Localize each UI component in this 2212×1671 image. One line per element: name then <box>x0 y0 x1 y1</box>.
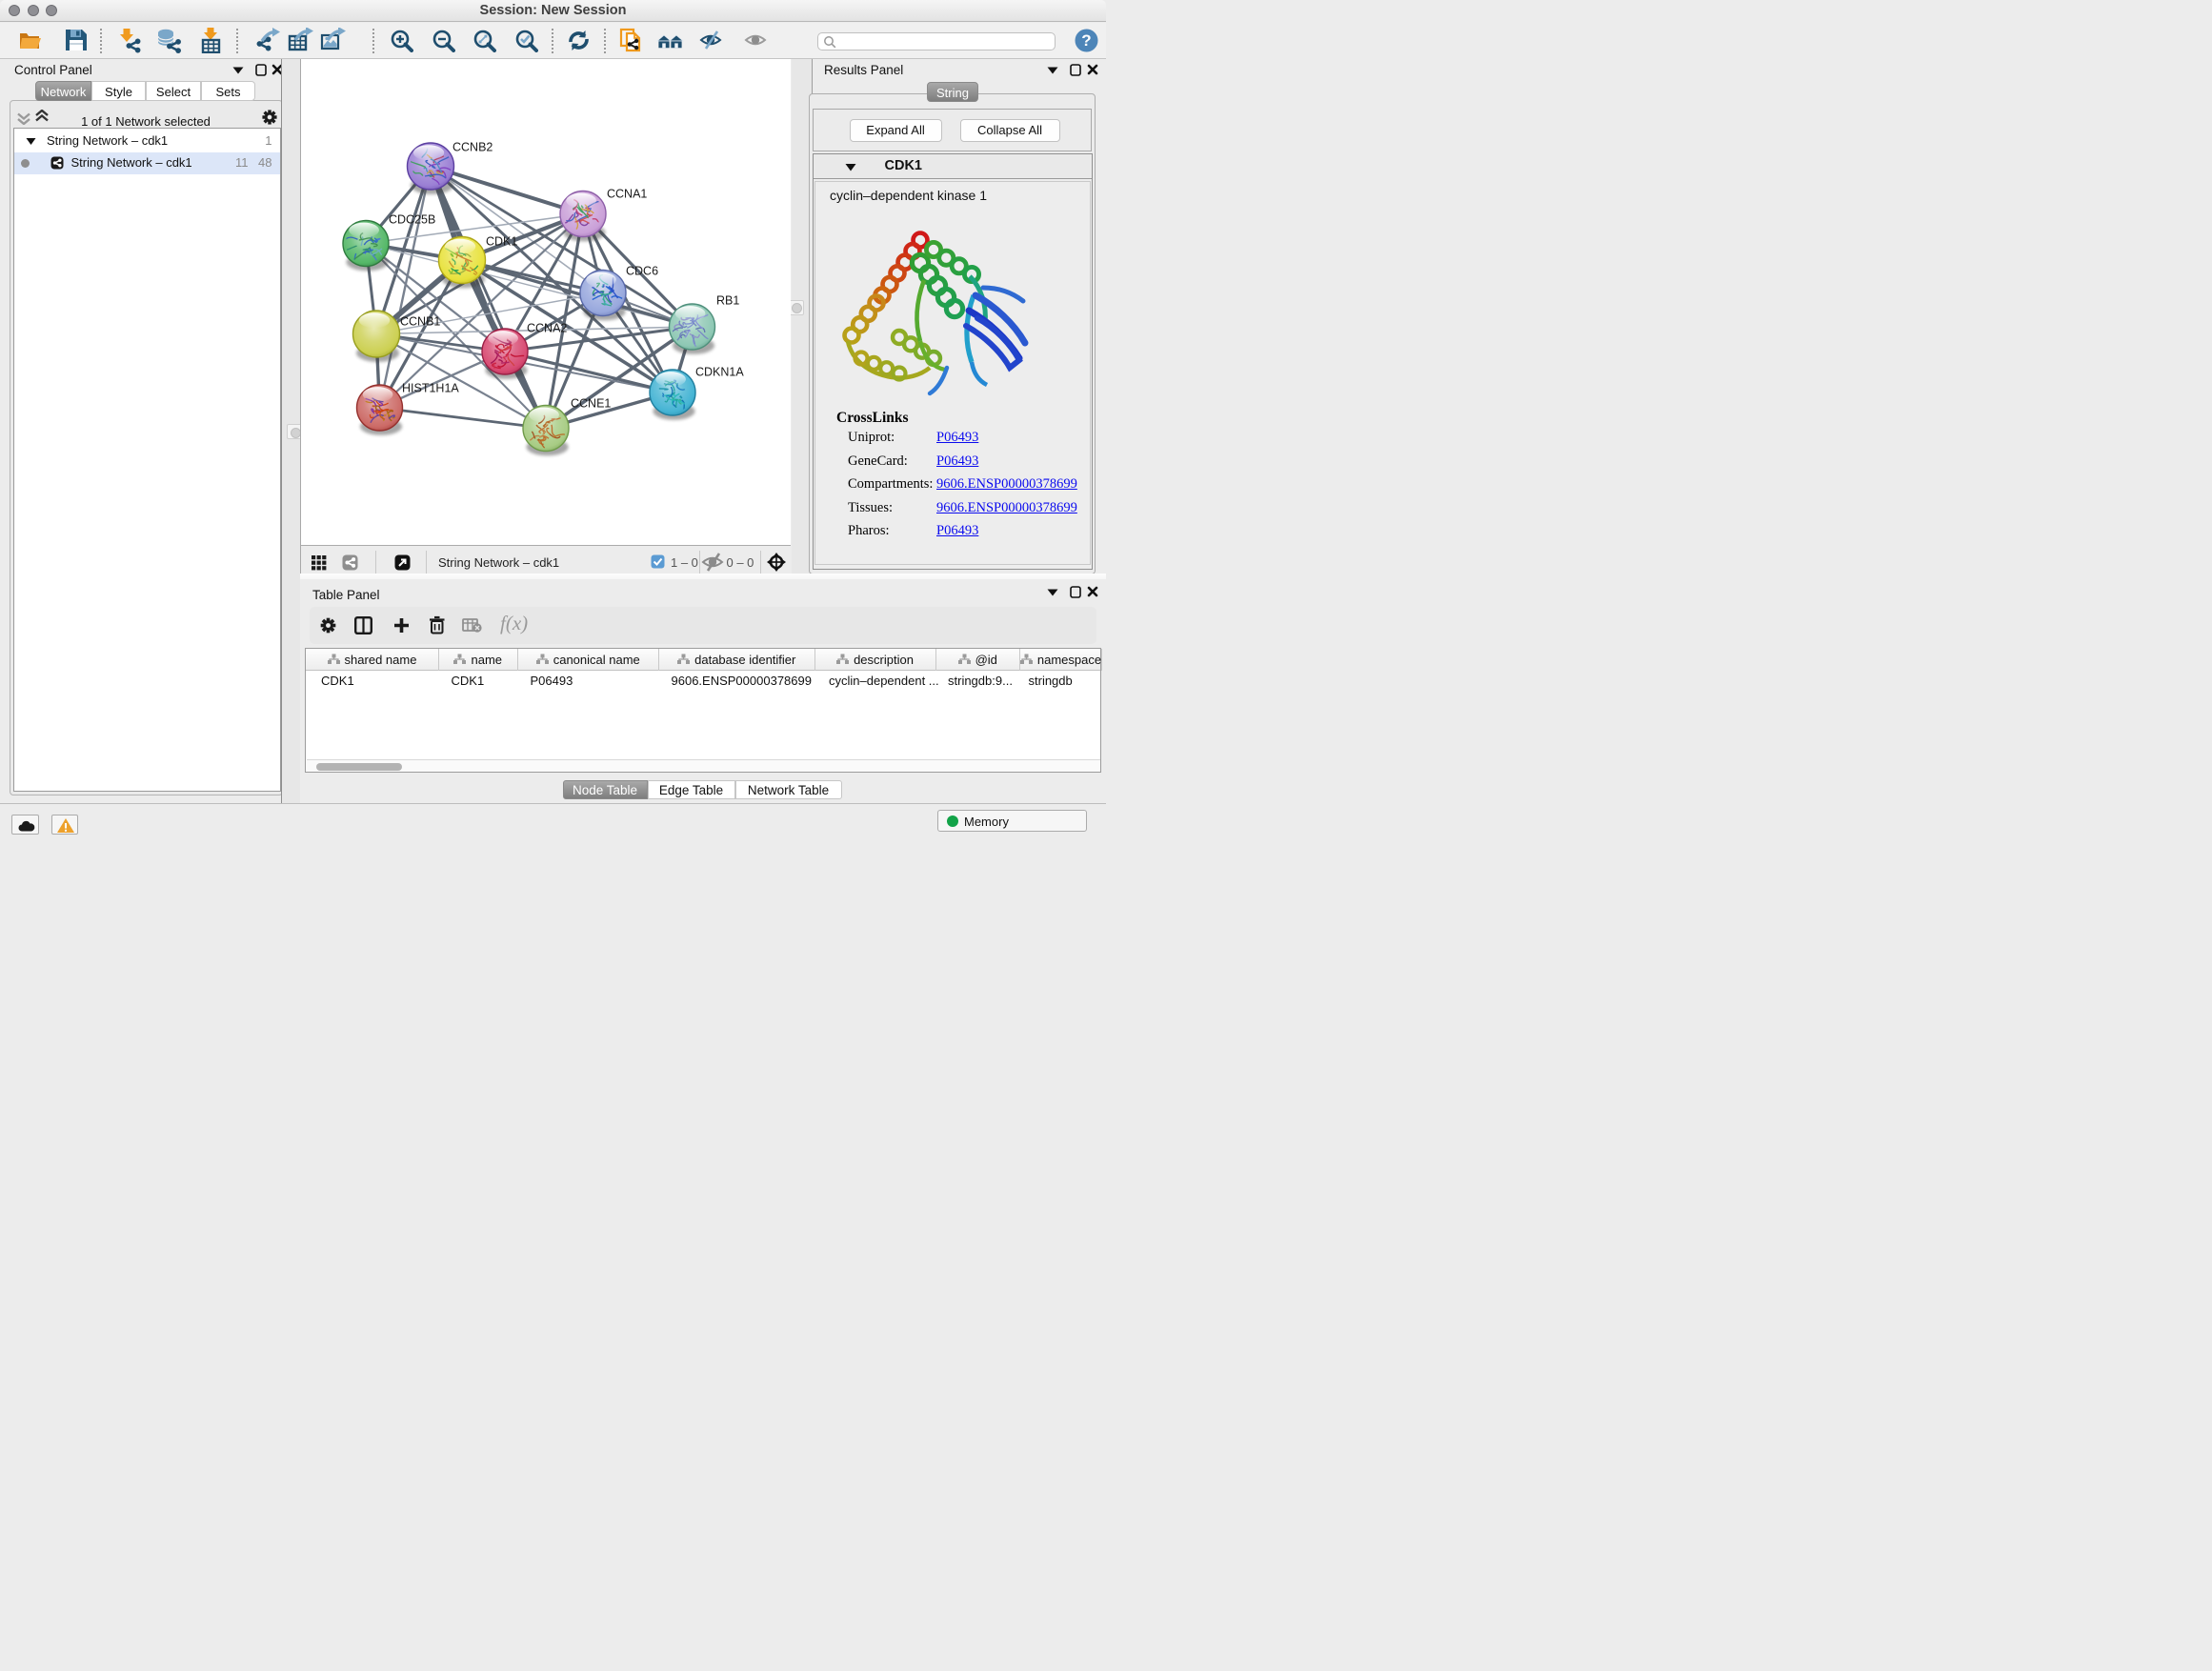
svg-text:?: ? <box>1081 31 1091 50</box>
svg-text:CCNA1: CCNA1 <box>607 187 647 200</box>
svg-text:HIST1H1A: HIST1H1A <box>402 381 459 394</box>
svg-text:CDK1: CDK1 <box>486 234 517 248</box>
svg-text:CCNA2: CCNA2 <box>527 321 567 334</box>
svg-text:CDKN1A: CDKN1A <box>695 365 744 378</box>
svg-text:RB1: RB1 <box>716 293 739 307</box>
svg-text:CCNE1: CCNE1 <box>571 396 611 410</box>
svg-text:CCNB1: CCNB1 <box>400 314 440 328</box>
svg-text:CDC6: CDC6 <box>626 264 658 277</box>
svg-text:CDC25B: CDC25B <box>389 212 435 226</box>
svg-text:CCNB2: CCNB2 <box>452 140 493 153</box>
